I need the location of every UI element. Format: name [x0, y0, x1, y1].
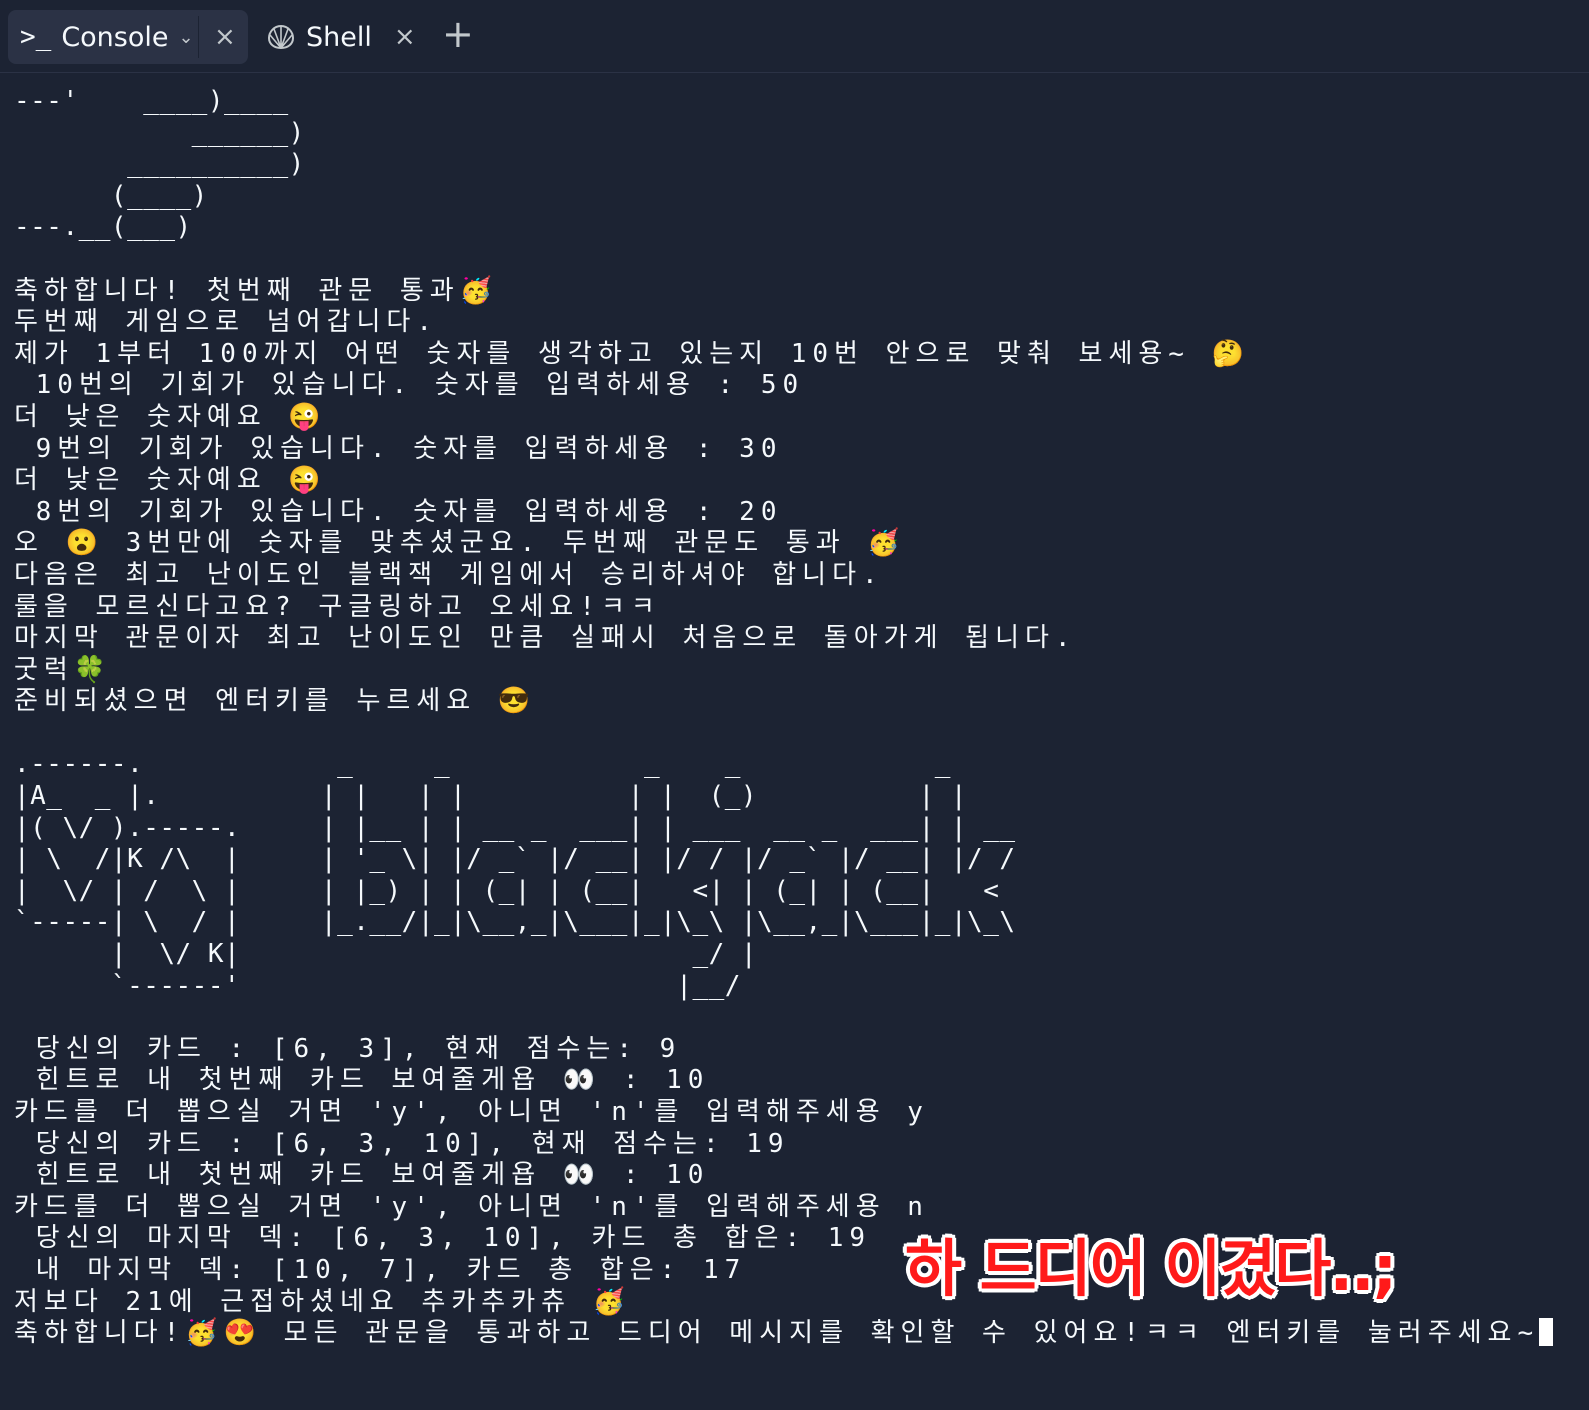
terminal-line: 제가 1부터 100까지 어떤 숫자를 생각하고 있는지 10번 안으로 맞춰 … — [14, 338, 1250, 369]
terminal-line: 당신의 카드 : [6, 3], 현재 점수는: 9 — [14, 1033, 682, 1064]
terminal-line: 두번째 게임으로 넘어갑니다. — [14, 307, 439, 338]
close-icon[interactable]: × — [394, 22, 416, 52]
console-output[interactable]: ---' ____)____ ______) __________) (____… — [14, 86, 1579, 1350]
terminal-line: 10번의 기회가 있습니다. 숫자를 입력하세용 : 50 — [14, 370, 805, 401]
shell-icon — [266, 22, 296, 52]
terminal-line: 다음은 최고 난이도인 블랙잭 게임에서 승리하셔야 합니다. — [14, 559, 884, 590]
terminal-line: | \/ | / \ | | |_) | | (_| | (__| <| | (… — [14, 875, 1000, 906]
terminal-line: 당신의 카드 : [6, 3, 10], 현재 점수는: 19 — [14, 1128, 790, 1159]
tab-shell[interactable]: Shell × — [266, 10, 416, 64]
terminal-line: (____) — [14, 180, 208, 211]
terminal-line: __________) — [14, 149, 305, 180]
terminal-line: 룰을 모르신다고요? 구글링하고 오세요!ㅋㅋ — [14, 591, 661, 622]
tab-bar: >_ Console ⌄ × Shell × + — [0, 0, 1589, 73]
tab-shell-label: Shell — [306, 21, 372, 53]
terminal-line: 9번의 기회가 있습니다. 숫자를 입력하세용 : 30 — [14, 433, 783, 464]
tab-console[interactable]: >_ Console ⌄ × — [8, 10, 248, 64]
terminal-line: 축하합니다!🥳😍 모든 관문을 통과하고 드디어 메시지를 확인할 수 있어요!… — [14, 1318, 1579, 1350]
close-icon[interactable]: × — [214, 22, 236, 52]
terminal-line: 힌트로 내 첫번째 카드 보여줄게욥 👀 : 10 — [14, 1065, 710, 1096]
terminal-line: 더 낮은 숫자예요 😜 — [14, 401, 327, 432]
chevron-down-icon[interactable]: ⌄ — [179, 27, 194, 48]
terminal-line: 힌트로 내 첫번째 카드 보여줄게욥 👀 : 10 — [14, 1160, 710, 1191]
tab-console-label: Console — [61, 21, 169, 53]
overlay-caption: 하 드디어 이겼다..; — [905, 1232, 1397, 1305]
terminal-line: 굿럭🍀 — [14, 654, 113, 685]
terminal-line: `------' |__/ — [14, 970, 741, 1001]
terminal-line: 더 낮은 숫자예요 😜 — [14, 465, 327, 496]
terminal-line: | \ /|K /\ | | '_ \| |/ _` |/ __| |/ / |… — [14, 844, 1016, 875]
terminal-line: 축하합니다! 첫번째 관문 통과🥳 — [14, 275, 499, 306]
text-cursor — [1539, 1318, 1554, 1347]
terminal-line: ---' ____)____ — [14, 86, 289, 116]
terminal-line: 오 😮 3번만에 숫자를 맞추셨군요. 두번째 관문도 통과 🥳 — [14, 528, 906, 559]
terminal-line: |( \/ ).-----. | |__ | | __ _ ___| | ___… — [14, 812, 1016, 843]
terminal-line: 카드를 더 뽑으실 거면 'y', 아니면 'n'를 입력해주세용 y — [14, 1097, 929, 1127]
tab-divider — [198, 16, 199, 58]
terminal-line: ---.__(___) — [14, 212, 192, 243]
terminal-line: `-----| \ / | |_.__/|_|\__,_|\___|_|\_\ … — [14, 907, 1016, 938]
terminal-line: 준비되셨으면 엔터키를 누르세요 😎 — [14, 686, 537, 717]
add-tab-button[interactable]: + — [442, 12, 474, 56]
terminal-line: |A_ _ |. | | | | | | (_) | | — [14, 781, 968, 812]
terminal-line: 마지막 관문이자 최고 난이도인 만큼 실패시 처음으로 돌아가게 됩니다. — [14, 623, 1077, 654]
terminal-line: ______) — [14, 117, 305, 148]
terminal-line: | \/ K| _/ | — [14, 939, 758, 970]
terminal-line: 8번의 기회가 있습니다. 숫자를 입력하세용 : 20 — [14, 496, 783, 527]
terminal-line: .------. _ _ _ _ _ — [14, 749, 951, 780]
terminal-prompt-icon: >_ — [20, 22, 52, 52]
